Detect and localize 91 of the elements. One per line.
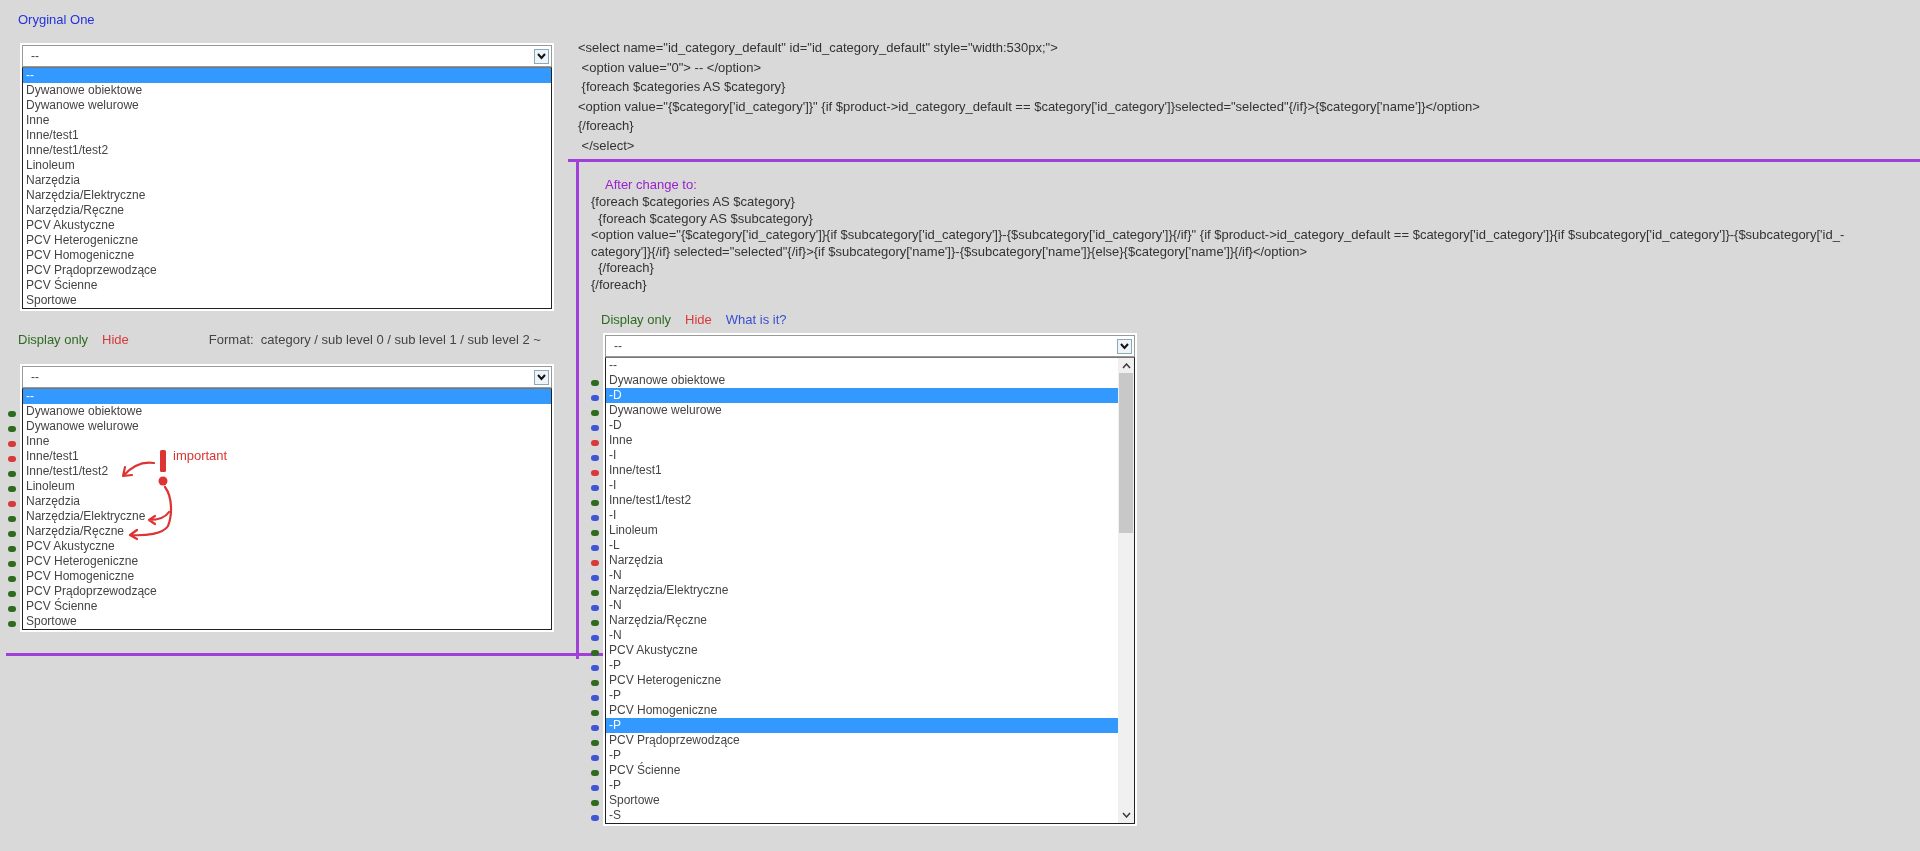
dropdown-option[interactable]: Narzędzia/Ręczne (606, 613, 708, 628)
dropdown-option[interactable]: Inne/test1/test2 (23, 143, 109, 158)
dropdown-field[interactable]: -- (605, 335, 1135, 357)
toggle-link[interactable]: Display only (601, 312, 672, 327)
dropdown-option[interactable]: -P (606, 748, 621, 763)
dropdown-option[interactable]: Sportowe (606, 793, 660, 808)
dropdown-option[interactable]: -S (606, 808, 621, 823)
dropdown-option[interactable]: PCV Heterogeniczne (23, 554, 139, 569)
code-line: {foreach $categories AS $category} (591, 194, 796, 211)
dropdown-option[interactable]: -N (606, 628, 622, 643)
dropdown-button[interactable] (534, 48, 549, 64)
scrollbar[interactable] (1118, 358, 1134, 823)
code-line: category']}{/if} selected="selected"{/if}>{if $subcategory['name']}-{$subcategory['name']}{else}{$category['name']}{/if}</option> (591, 243, 1309, 260)
code-line: <option value="0"> -- </option> (580, 58, 763, 77)
annotation-text: important (173, 448, 228, 463)
caret-icon (1120, 342, 1129, 350)
dropdown-option[interactable]: Narzędzia (606, 553, 664, 568)
code-line: {/foreach} (578, 117, 635, 135)
dropdown-option[interactable]: Dywanowe obiektowe (23, 404, 143, 419)
dropdown-option[interactable]: -- (606, 358, 617, 373)
code-line: </select> (580, 136, 636, 155)
dropdown-option[interactable]: Linoleum (606, 523, 658, 538)
dropdown-option[interactable]: Narzędzia (23, 494, 81, 509)
toggle-link[interactable]: What is it? (725, 312, 787, 327)
dropdown-option[interactable]: -L (606, 538, 620, 553)
dropdown-field[interactable]: -- (22, 366, 552, 388)
dropdown-option[interactable]: Sportowe (23, 293, 77, 308)
dropdown-option[interactable]: -P (606, 658, 621, 673)
dropdown-option[interactable]: Narzędzia/Elektryczne (23, 509, 146, 524)
dropdown-option[interactable]: Narzędzia/Ręczne (23, 203, 125, 218)
dropdown-option[interactable]: -N (606, 598, 622, 613)
code-line: {foreach $category AS $subcategory} (597, 210, 814, 227)
dropdown-option[interactable]: Narzędzia (23, 173, 81, 188)
dropdown-button[interactable] (1117, 338, 1132, 354)
dropdown-option[interactable]: Dywanowe welurowe (23, 419, 139, 434)
format-note: Format: category / sub level 0 / sub level 1 / sub level 2 ~ (208, 332, 541, 347)
code-line: <option value="{$category['id_category']}{if $subcategory['id_category']}-{$subcategory['id_category']}{/if}" {if $product->id_category_default == $category['id_category']}{if $subcategory['id_category']}-{$subcategory['id_- (591, 227, 1845, 244)
dropdown-option[interactable]: Narzędzia/Elektryczne (606, 583, 729, 598)
dropdown-option[interactable]: PCV Akustyczne (23, 218, 115, 233)
dropdown-option[interactable]: Inne/test1/test2 (606, 493, 692, 508)
dropdown-option[interactable]: PCV Prądoprzewodzące (23, 584, 157, 599)
dropdown-option[interactable]: PCV Ścienne (23, 599, 98, 614)
dropdown-option[interactable]: -P (606, 688, 621, 703)
dropdown-option[interactable]: -D (606, 418, 622, 433)
dropdown-option[interactable]: PCV Ścienne (606, 763, 681, 778)
dropdown-option[interactable]: Sportowe (23, 614, 77, 629)
caret-icon (537, 373, 546, 381)
dropdown-option[interactable]: -I (606, 508, 617, 523)
dropdown-option[interactable]: PCV Homogeniczne (23, 248, 135, 263)
dropdown-option[interactable]: Inne (23, 434, 50, 449)
dropdown-field[interactable]: -- (22, 45, 552, 67)
section-title: After change to: (605, 176, 697, 194)
dropdown-option[interactable]: Dywanowe welurowe (606, 403, 722, 418)
scrollbar-thumb[interactable] (1119, 373, 1133, 533)
dropdown-option[interactable]: Inne/test1 (606, 463, 662, 478)
code-line: {/foreach} (597, 260, 655, 277)
dropdown-option[interactable]: Linoleum (23, 158, 75, 173)
scroll-up-icon (1121, 363, 1131, 369)
caret-icon (537, 52, 546, 60)
dropdown-option[interactable]: Inne (23, 113, 50, 128)
dropdown-option[interactable]: Narzędzia/Ręczne (23, 524, 125, 539)
dropdown-option[interactable]: PCV Prądoprzewodzące (23, 263, 157, 278)
dropdown-option[interactable]: Inne/test1/test2 (23, 464, 109, 479)
toggle-link[interactable]: Display only (18, 332, 89, 347)
dropdown-option[interactable]: PCV Homogeniczne (23, 569, 135, 584)
dropdown-option[interactable]: PCV Prądoprzewodzące (606, 733, 740, 748)
code-line: <select name="id_category_default" id="id_category_default" style="width:530px;"> (578, 39, 1059, 57)
scroll-down-icon (1121, 812, 1131, 818)
dropdown-option[interactable]: Inne/test1 (23, 449, 79, 464)
dropdown-option[interactable]: PCV Heterogeniczne (606, 673, 722, 688)
dropdown-option[interactable]: Linoleum (23, 479, 75, 494)
dropdown-option[interactable]: PCV Homogeniczne (606, 703, 718, 718)
code-line: {foreach $categories AS $category} (580, 78, 787, 96)
dropdown-option[interactable]: Inne/test1 (23, 128, 79, 143)
dropdown-option[interactable]: Dywanowe welurowe (23, 98, 139, 113)
code-line: {/foreach} (591, 276, 648, 293)
dropdown-option[interactable]: -I (606, 478, 617, 493)
dropdown-option[interactable]: PCV Heterogeniczne (23, 233, 139, 248)
code-line: <option value="{$category['id_category']}" {if $product->id_category_default == $category['id_category']}selected="selected"{/if}>{$category['name']}</option> (578, 97, 1481, 116)
dropdown-option[interactable]: PCV Akustyczne (23, 539, 115, 554)
dropdown-option[interactable]: Inne (606, 433, 633, 448)
dropdown-option[interactable]: Narzędzia/Elektryczne (23, 188, 146, 203)
dropdown-option[interactable]: Dywanowe obiektowe (606, 373, 726, 388)
dropdown-option[interactable]: -I (606, 448, 617, 463)
dropdown-option[interactable]: Dywanowe obiektowe (23, 83, 143, 98)
dropdown-option[interactable]: -P (606, 778, 621, 793)
dropdown-button[interactable] (534, 369, 549, 385)
section-title: Oryginal One (18, 11, 96, 29)
dropdown-option[interactable]: PCV Akustyczne (606, 643, 698, 658)
dropdown-option[interactable]: PCV Ścienne (23, 278, 98, 293)
dropdown-option[interactable]: -N (606, 568, 622, 583)
